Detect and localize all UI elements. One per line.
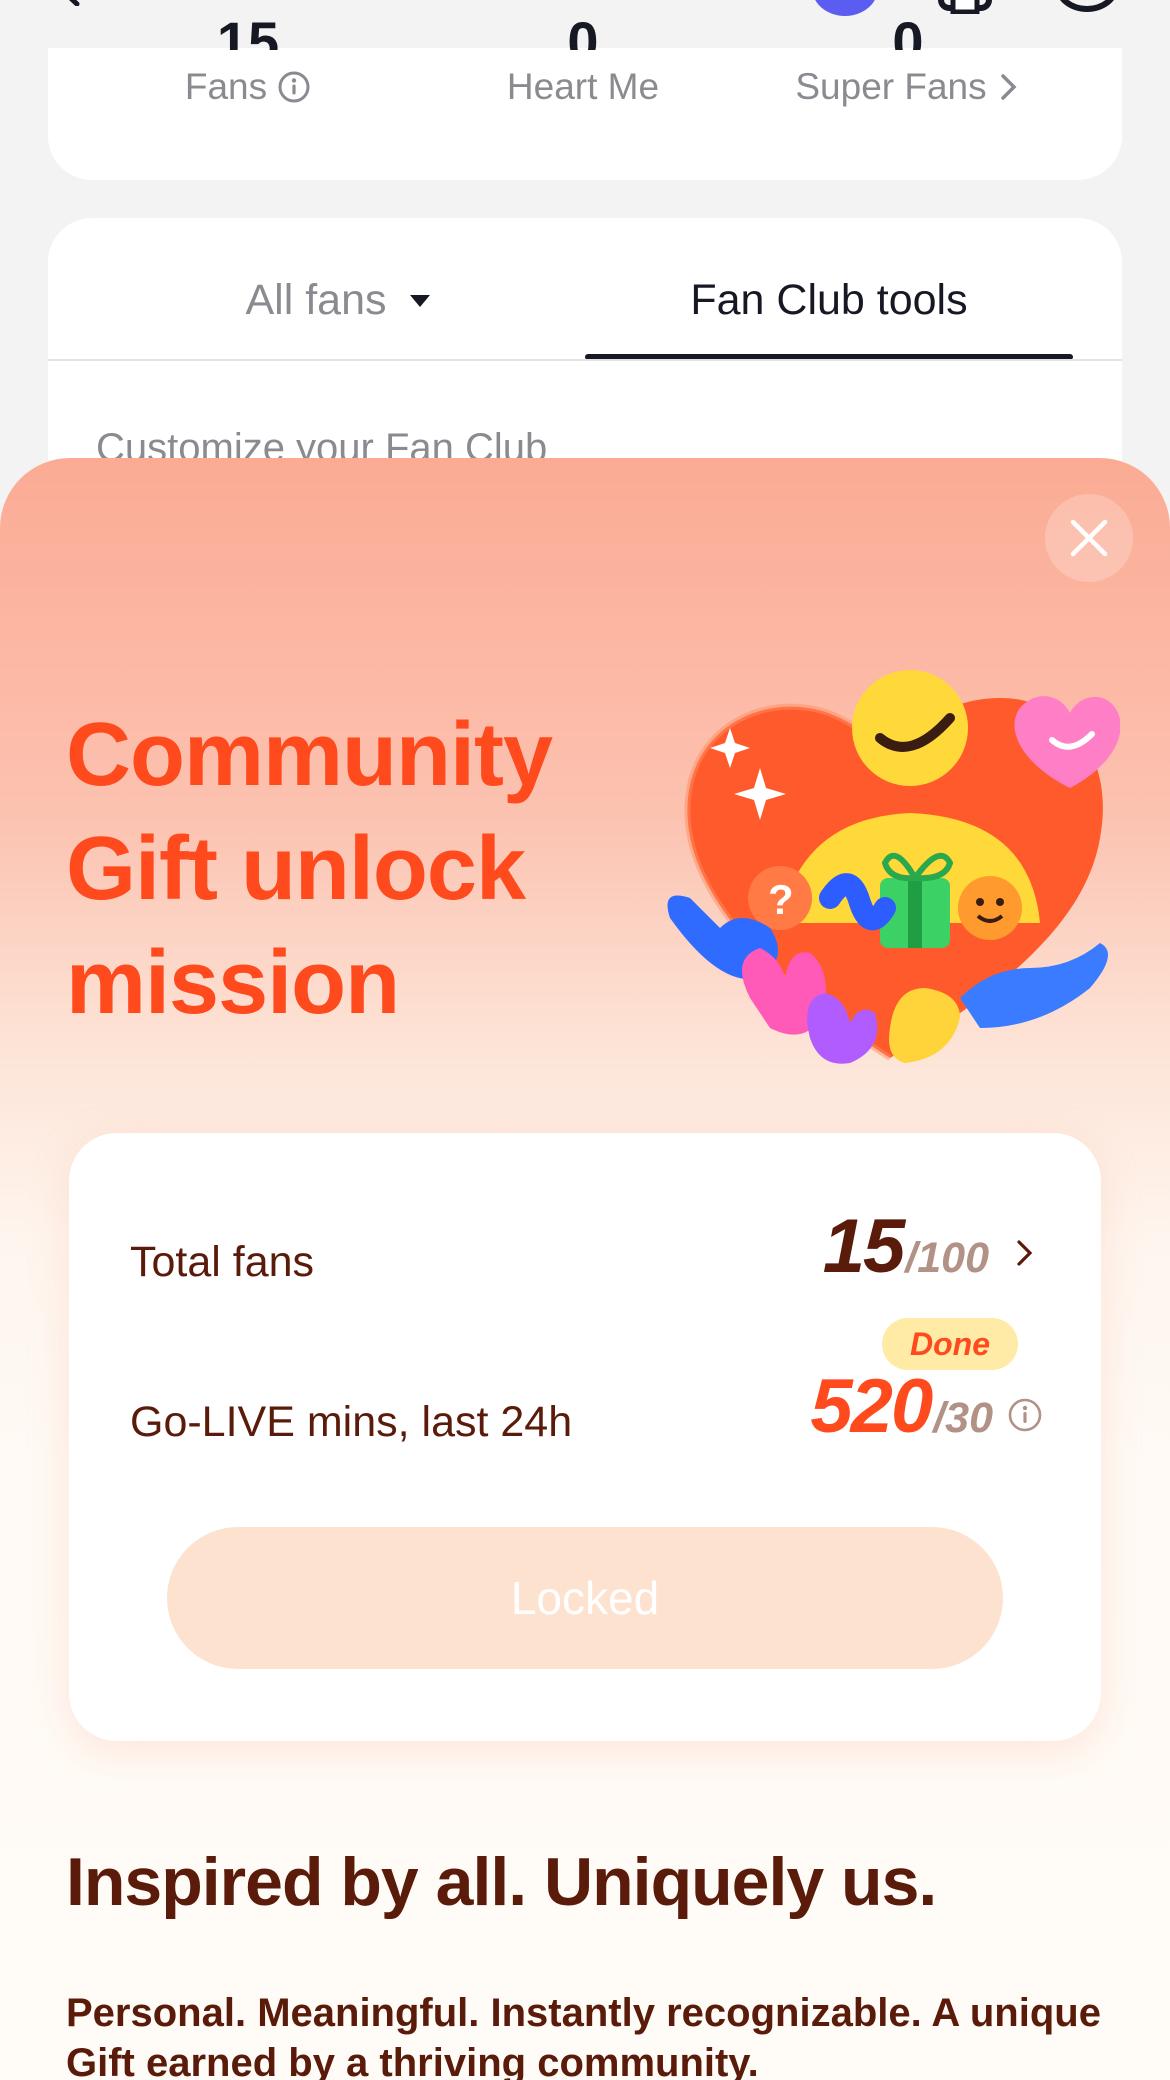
- sheet-title-line: Community: [66, 705, 553, 805]
- heart-label: Heart Me: [506, 66, 660, 107]
- stat-super-fans[interactable]: 0 Super Fans: [738, 14, 1078, 108]
- inspired-heading: Inspired by all. Uniquely us.: [66, 1844, 937, 1920]
- stat-fans: 15 Fans: [78, 14, 418, 108]
- more-options-icon[interactable]: [1055, 0, 1119, 12]
- tab-fan-club-tools[interactable]: Fan Club tools: [585, 276, 1073, 325]
- info-icon[interactable]: [277, 70, 311, 104]
- tab-all-fans[interactable]: All fans: [168, 276, 508, 325]
- close-button[interactable]: [1045, 494, 1133, 582]
- total-fans-target: /100: [905, 1234, 989, 1282]
- info-icon[interactable]: [1007, 1397, 1043, 1433]
- fans-count: 15: [216, 14, 280, 50]
- printer-icon[interactable]: [935, 0, 995, 14]
- chevron-right-icon: [1017, 1239, 1033, 1266]
- fan-stats-card: 15 Fans 0 Heart Me 0 Super Fans: [48, 14, 1122, 180]
- live-mins-progress: 520 /30: [810, 1363, 1043, 1450]
- total-fans-progress[interactable]: 15 /100: [823, 1203, 1035, 1290]
- sheet-title-line: mission: [66, 933, 400, 1033]
- total-fans-value: 15: [822, 1204, 906, 1289]
- live-mins-label: Go-LIVE mins, last 24h: [130, 1398, 573, 1446]
- super-count: 0: [892, 14, 924, 50]
- mission-progress-card: Total fans 15 /100 Done Go-LIVE mins, la…: [69, 1133, 1101, 1741]
- close-icon: [1070, 519, 1108, 557]
- community-heart-illustration: ?: [667, 670, 1120, 1064]
- chevron-right-icon: [1000, 74, 1017, 100]
- live-mins-value: 520: [810, 1364, 933, 1449]
- fans-label: Fans: [184, 66, 268, 107]
- total-fans-label: Total fans: [130, 1238, 315, 1286]
- inspired-body-text: Personal. Meaningful. Instantly recogniz…: [66, 1991, 1101, 2080]
- stat-heart-me: 0 Heart Me: [413, 14, 753, 108]
- caret-down-icon: [409, 294, 430, 307]
- tab-fan-club-tools-label: Fan Club tools: [690, 276, 968, 324]
- back-arrow-icon[interactable]: [55, 0, 85, 6]
- sheet-title: Community Gift unlock mission: [66, 698, 626, 1040]
- tab-all-fans-label: All fans: [245, 276, 387, 324]
- sheet-title-line: Gift unlock: [66, 819, 526, 919]
- heart-count: 0: [567, 14, 599, 50]
- super-label: Super Fans: [795, 66, 987, 107]
- divider: [48, 359, 1122, 361]
- locked-button[interactable]: Locked: [167, 1527, 1003, 1669]
- community-gift-sheet: Community Gift unlock mission ? Total fa…: [0, 458, 1170, 2080]
- live-mins-target: /30: [933, 1394, 993, 1442]
- svg-text:?: ?: [768, 876, 794, 923]
